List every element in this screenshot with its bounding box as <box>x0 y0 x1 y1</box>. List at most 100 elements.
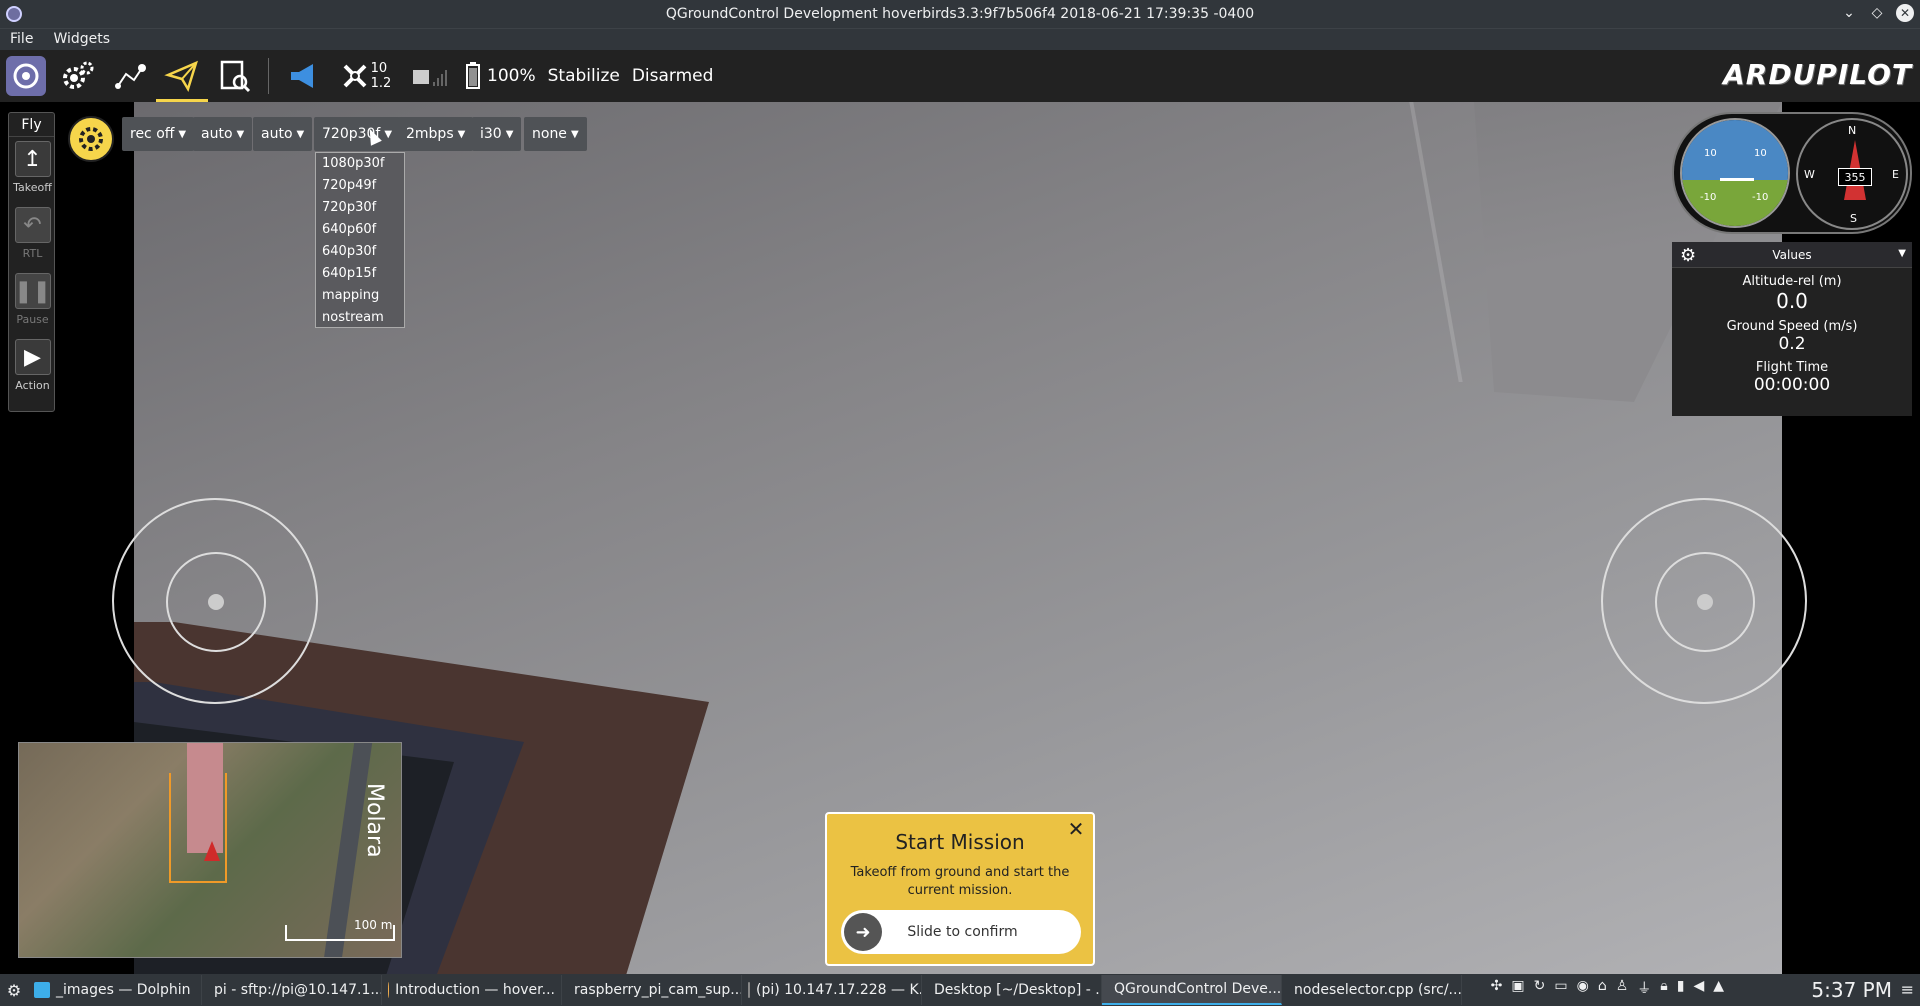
dropbox-icon[interactable]: ✣ <box>1491 978 1503 998</box>
chevron-down-icon: ▼ <box>296 128 305 140</box>
thumbstick-knob[interactable] <box>1697 594 1713 610</box>
arm-status[interactable]: Disarmed <box>632 66 714 86</box>
resolution-option[interactable]: mapping <box>316 285 404 307</box>
taskbar: ⚙ _images — Dolphin pi - sftp://pi@10.14… <box>0 974 1920 1006</box>
analyze-button[interactable] <box>208 50 260 102</box>
task-qtcreator[interactable]: nodeselector.cpp (src/... <box>1282 975 1462 1005</box>
menu-widgets[interactable]: Widgets <box>43 29 120 50</box>
right-thumbstick[interactable] <box>1601 498 1807 704</box>
qgc-icon <box>13 63 39 89</box>
chevron-down-icon: ▼ <box>236 128 245 140</box>
messages-button[interactable] <box>277 50 329 102</box>
left-thumbstick[interactable] <box>112 498 318 704</box>
rc-status[interactable] <box>403 50 459 102</box>
attitude-ground <box>1682 180 1788 226</box>
close-icon[interactable]: ✕ <box>1065 818 1087 840</box>
task-sftp[interactable]: pi - sftp://pi@10.147.1... <box>202 975 382 1005</box>
gps-sat-count: 10 <box>370 61 388 76</box>
task-dolphin[interactable]: _images — Dolphin <box>28 975 202 1005</box>
system-tray: ✣ ▣ ↻ ▭ ◉ ⌂ ♙ ⏚ 🔒︎ ▮ ◀ ▲ <box>1491 978 1724 998</box>
task-chrome[interactable]: Introduction — hover... <box>382 975 562 1005</box>
rtl-button[interactable]: ↶ RTL <box>9 203 56 269</box>
screenshot-icon[interactable]: ▣ <box>1511 978 1524 998</box>
rtl-label: RTL <box>22 247 43 260</box>
ceiling-shadow <box>1474 102 1782 402</box>
bitrate-dropdown[interactable]: 2mbps ▼ <box>398 117 474 151</box>
resolution-option[interactable]: 720p30f <box>316 197 404 219</box>
chrome-icon <box>388 982 390 998</box>
mini-map[interactable]: Molara 100 m <box>18 742 402 958</box>
chevron-down-icon: ▼ <box>178 128 187 140</box>
settings-button[interactable] <box>52 50 104 102</box>
maximize-icon[interactable]: ◇ <box>1868 4 1886 22</box>
satellite-icon <box>343 64 367 88</box>
iframe-dropdown[interactable]: i30 ▼ <box>472 117 522 151</box>
ardupilot-logo: ARDUPILOT <box>1723 58 1912 91</box>
terminal-icon <box>748 982 750 998</box>
task-konsole[interactable]: (pi) 10.147.17.228 — K... <box>742 975 922 1005</box>
action-button[interactable]: ▶ Action <box>9 335 56 401</box>
slide-to-confirm[interactable]: ➜ Slide to confirm <box>841 910 1081 954</box>
mission-description: Takeoff from ground and start the curren… <box>850 865 1070 898</box>
volume-icon[interactable]: ◀ <box>1693 978 1704 998</box>
gear-icon <box>63 61 94 89</box>
bitrate-value: 2mbps <box>406 126 454 142</box>
window-controls: ⌄ ◇ ✕ <box>1840 4 1914 22</box>
chevron-up-icon[interactable]: ▲ <box>1713 978 1724 998</box>
resolution-dropdown[interactable]: 720p30f ▼ <box>314 117 401 151</box>
compass-north: N <box>1848 124 1857 137</box>
fly-view-button[interactable] <box>156 50 208 102</box>
minimize-icon[interactable]: ⌄ <box>1840 4 1858 22</box>
resolution-option[interactable]: 720p49f <box>316 175 404 197</box>
resolution-option[interactable]: 640p30f <box>316 241 404 263</box>
arrow-right-icon[interactable]: ➜ <box>844 913 882 951</box>
lock-icon[interactable]: 🔒︎ <box>1660 978 1667 998</box>
sync-icon[interactable]: ↻ <box>1534 978 1546 998</box>
close-icon[interactable]: ✕ <box>1896 4 1914 22</box>
task-document[interactable]: raspberry_pi_cam_sup... <box>562 975 742 1005</box>
chevron-down-icon: ▼ <box>384 128 393 140</box>
pitch-label: -10 <box>1700 192 1717 203</box>
gear-icon[interactable]: ⚙ <box>1680 245 1696 266</box>
camera-settings-button[interactable] <box>68 116 114 162</box>
menu-icon[interactable]: ≡ <box>1901 980 1914 999</box>
task-label: Introduction — hover... <box>395 982 555 998</box>
effect-dropdown[interactable]: none ▼ <box>524 117 587 151</box>
exposure-dropdown[interactable]: auto ▼ <box>193 117 253 151</box>
usb-icon[interactable]: ⏚ <box>1637 978 1651 998</box>
task-qgroundcontrol[interactable]: QGroundControl Deve... <box>1102 975 1282 1005</box>
battery-icon[interactable]: ▮ <box>1677 978 1685 998</box>
menu-file[interactable]: File <box>0 29 43 50</box>
gps-status[interactable]: 10 1.2 <box>329 50 403 102</box>
record-dropdown[interactable]: rec off ▼ <box>122 117 195 151</box>
effect-value: none <box>532 126 567 142</box>
vpn-icon[interactable]: ◉ <box>1577 978 1589 998</box>
thumbstick-knob[interactable] <box>208 594 224 610</box>
display-icon[interactable]: ▭ <box>1554 978 1567 998</box>
start-menu-icon[interactable]: ⚙ <box>0 974 28 1006</box>
resolution-option[interactable]: 640p60f <box>316 219 404 241</box>
resolution-option[interactable]: nostream <box>316 307 404 329</box>
chevron-down-icon[interactable]: ▼ <box>1898 248 1906 259</box>
value-row: Flight Time 00:00:00 <box>1672 360 1912 395</box>
resolution-option[interactable]: 1080p30f <box>316 153 404 175</box>
qgc-logo-button[interactable] <box>6 56 46 96</box>
takeoff-label: Takeoff <box>13 181 52 194</box>
value-number: 00:00:00 <box>1753 375 1831 395</box>
plan-view-button[interactable] <box>104 50 156 102</box>
map-label: Molara <box>362 783 387 858</box>
resolution-option[interactable]: 640p15f <box>316 263 404 285</box>
battery-status[interactable] <box>459 50 487 102</box>
white-balance-dropdown[interactable]: auto ▼ <box>253 117 313 151</box>
task-label: _images — Dolphin <box>56 982 191 998</box>
pause-button[interactable]: ❚❚ Pause <box>9 269 56 335</box>
flight-mode-selector[interactable]: Stabilize <box>548 66 620 86</box>
resolution-menu: 1080p30f 720p49f 720p30f 640p60f 640p30f… <box>315 152 405 328</box>
network-icon[interactable]: ⌂ <box>1598 978 1607 998</box>
user-icon[interactable]: ♙ <box>1616 978 1629 998</box>
takeoff-button[interactable]: ↥ Takeoff <box>9 137 56 203</box>
clock[interactable]: 5:37 PM <box>1811 978 1892 1002</box>
megaphone-icon <box>291 64 313 88</box>
task-pycharm[interactable]: Desktop [~/Desktop] - ... <box>922 975 1102 1005</box>
record-value: rec off <box>130 126 175 142</box>
